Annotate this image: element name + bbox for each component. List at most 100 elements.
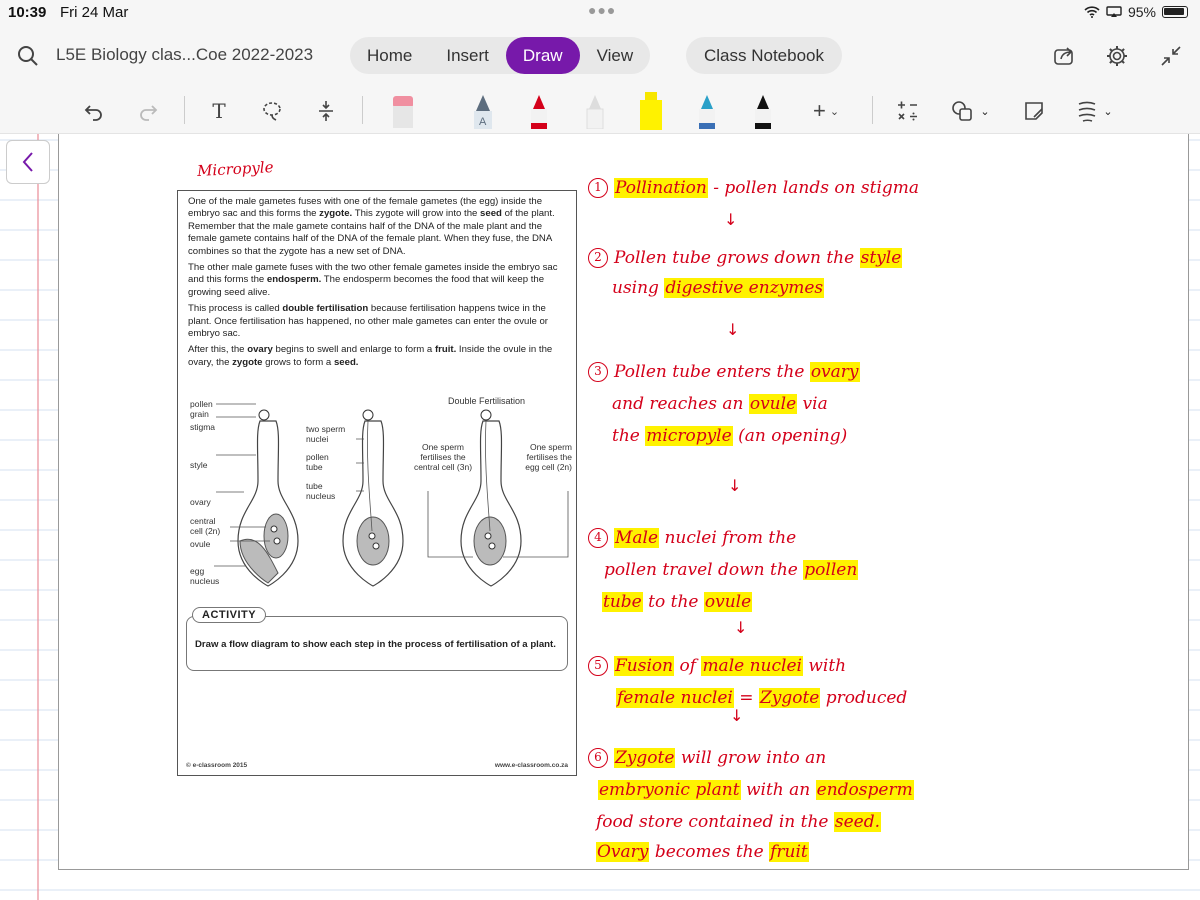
paragraph-run: ovary xyxy=(247,344,273,356)
collapse-icon[interactable] xyxy=(1155,40,1187,72)
paragraph-run: double fertilisation xyxy=(282,303,369,315)
label-sperm-central: One sperm fertilises the central cell (3… xyxy=(413,442,473,472)
ink-to-shape-icon[interactable] xyxy=(1020,94,1048,128)
shapes-icon[interactable]: ⌄ xyxy=(946,94,994,128)
add-pen-button[interactable]: + ⌄ xyxy=(802,94,850,128)
note-text: with an xyxy=(740,780,816,800)
share-icon[interactable] xyxy=(1048,40,1080,72)
step-number: 4 xyxy=(588,528,608,548)
label-pollen-grain: pollen grain xyxy=(190,399,213,419)
highlighted-text: male nuclei xyxy=(701,656,803,676)
multitasking-dots[interactable]: ●●● xyxy=(588,2,616,18)
toolbar-divider xyxy=(362,96,363,124)
highlighted-text: pollen xyxy=(803,560,859,580)
lasso-select-icon[interactable] xyxy=(258,94,286,128)
worksheet-image: One of the male gametes fuses with one o… xyxy=(177,190,577,776)
highlighted-text: Zygote xyxy=(614,748,676,768)
type-text-tool[interactable]: T xyxy=(205,94,233,128)
back-button[interactable] xyxy=(6,140,50,184)
tab-home[interactable]: Home xyxy=(350,37,429,74)
highlighted-text: tube xyxy=(602,592,643,612)
label-two-sperm-nuclei: two sperm nuclei xyxy=(306,424,346,444)
activity-tag: ACTIVITY xyxy=(192,607,267,623)
ribbon-tabs: Home Insert Draw View xyxy=(350,37,651,74)
note-line: and reaches an ovule via xyxy=(612,394,828,414)
paragraph-run: zygote xyxy=(232,356,263,368)
note-line: Pollination - pollen lands on stigma xyxy=(614,178,919,198)
battery-icon xyxy=(1162,6,1188,18)
galaxy-pen-icon[interactable] xyxy=(692,94,722,129)
highlighter-icon[interactable] xyxy=(636,92,666,130)
note-line: Pollen tube grows down the style xyxy=(614,248,903,268)
note-text: - pollen lands on stigma xyxy=(707,178,920,198)
red-pen-icon[interactable] xyxy=(524,94,554,129)
page-canvas[interactable]: Micropyle One of the male gametes fuses … xyxy=(0,134,1200,900)
step-number: 1 xyxy=(588,178,608,198)
tab-view[interactable]: View xyxy=(580,37,651,74)
flow-arrow: ↓ xyxy=(734,618,748,637)
paragraph-run: grows to form a xyxy=(262,356,334,368)
redo-icon[interactable] xyxy=(134,94,162,128)
note-line: female nuclei = Zygote produced xyxy=(616,688,907,708)
note-text: = xyxy=(733,688,759,708)
toolbar-divider xyxy=(184,96,185,124)
highlighted-text: seed. xyxy=(833,812,882,832)
step-number: 3 xyxy=(588,362,608,382)
highlighted-text: Ovary xyxy=(596,842,650,862)
screen-mirror-icon xyxy=(1106,6,1122,17)
paragraph-run: This process is called xyxy=(188,303,283,315)
label-ovary: ovary xyxy=(190,497,211,507)
highlighted-text: digestive enzymes xyxy=(664,278,825,298)
highlighted-text: micropyle xyxy=(645,426,733,446)
status-bar: 10:39 Fri 24 Mar ●●● 95% xyxy=(0,0,1200,26)
wifi-icon xyxy=(1084,6,1100,18)
note-line: tube to the ovule xyxy=(602,592,753,612)
insert-space-icon[interactable] xyxy=(312,94,340,128)
white-pen-icon[interactable] xyxy=(580,94,610,129)
search-icon[interactable] xyxy=(16,44,40,68)
highlighted-text: Male xyxy=(614,528,660,548)
eraser-icon[interactable] xyxy=(388,94,418,128)
black-pen-icon[interactable] xyxy=(748,94,778,129)
pencil-tool-icon[interactable]: A xyxy=(468,94,498,129)
worksheet-footer-right: www.e-classroom.co.za xyxy=(494,762,568,769)
activity-box: ACTIVITY Draw a flow diagram to show eac… xyxy=(186,607,568,671)
battery-percent: 95% xyxy=(1127,4,1156,20)
note-line: Zygote will grow into an xyxy=(614,748,826,768)
notebook-title[interactable]: L5E Biology clas...Coe 2022-2023 xyxy=(56,45,313,65)
note-text: Pollen tube grows down the xyxy=(614,248,860,268)
flow-arrow: ↓ xyxy=(730,706,744,725)
note-text: will grow into an xyxy=(675,748,827,768)
toolbar-divider xyxy=(872,96,873,124)
class-notebook-button[interactable]: Class Notebook xyxy=(686,37,843,74)
note-text: via xyxy=(797,394,828,414)
note-text: pollen travel down the xyxy=(604,560,804,580)
worksheet-paragraph: After this, the ovary begins to swell an… xyxy=(188,344,566,369)
note-text: with xyxy=(802,656,847,676)
note-line: using digestive enzymes xyxy=(612,278,825,298)
math-icon[interactable] xyxy=(894,94,922,128)
note-text: food store contained in the xyxy=(596,812,834,832)
highlighted-text: ovule xyxy=(748,394,798,414)
replay-icon[interactable]: ⌄ xyxy=(1070,94,1118,128)
paragraph-run: seed. xyxy=(333,356,359,368)
paragraph-run: zygote. xyxy=(319,208,353,220)
tab-draw[interactable]: Draw xyxy=(505,37,580,74)
note-line: Pollen tube enters the ovary xyxy=(614,362,860,382)
paragraph-run: After this, the xyxy=(188,344,248,356)
label-pollen-tube: pollen tube xyxy=(306,452,329,472)
undo-icon[interactable] xyxy=(80,94,108,128)
gear-icon[interactable] xyxy=(1101,40,1133,72)
label-stigma: stigma xyxy=(190,422,216,432)
step-number: 5 xyxy=(588,656,608,676)
tab-insert[interactable]: Insert xyxy=(429,37,506,74)
label-sperm-egg: One sperm fertilises the egg cell (2n) xyxy=(525,442,572,472)
paragraph-run: endosperm. xyxy=(266,274,322,286)
highlighted-text: fruit xyxy=(769,842,809,862)
worksheet-paragraph: The other male gamete fuses with the two… xyxy=(188,262,566,299)
double-fertilisation-diagram xyxy=(214,403,569,587)
note-text: produced xyxy=(820,688,908,708)
note-text: Pollen tube enters the xyxy=(614,362,810,382)
status-time: 10:39 xyxy=(8,4,47,21)
label-egg-nucleus: egg nucleus xyxy=(190,566,220,586)
